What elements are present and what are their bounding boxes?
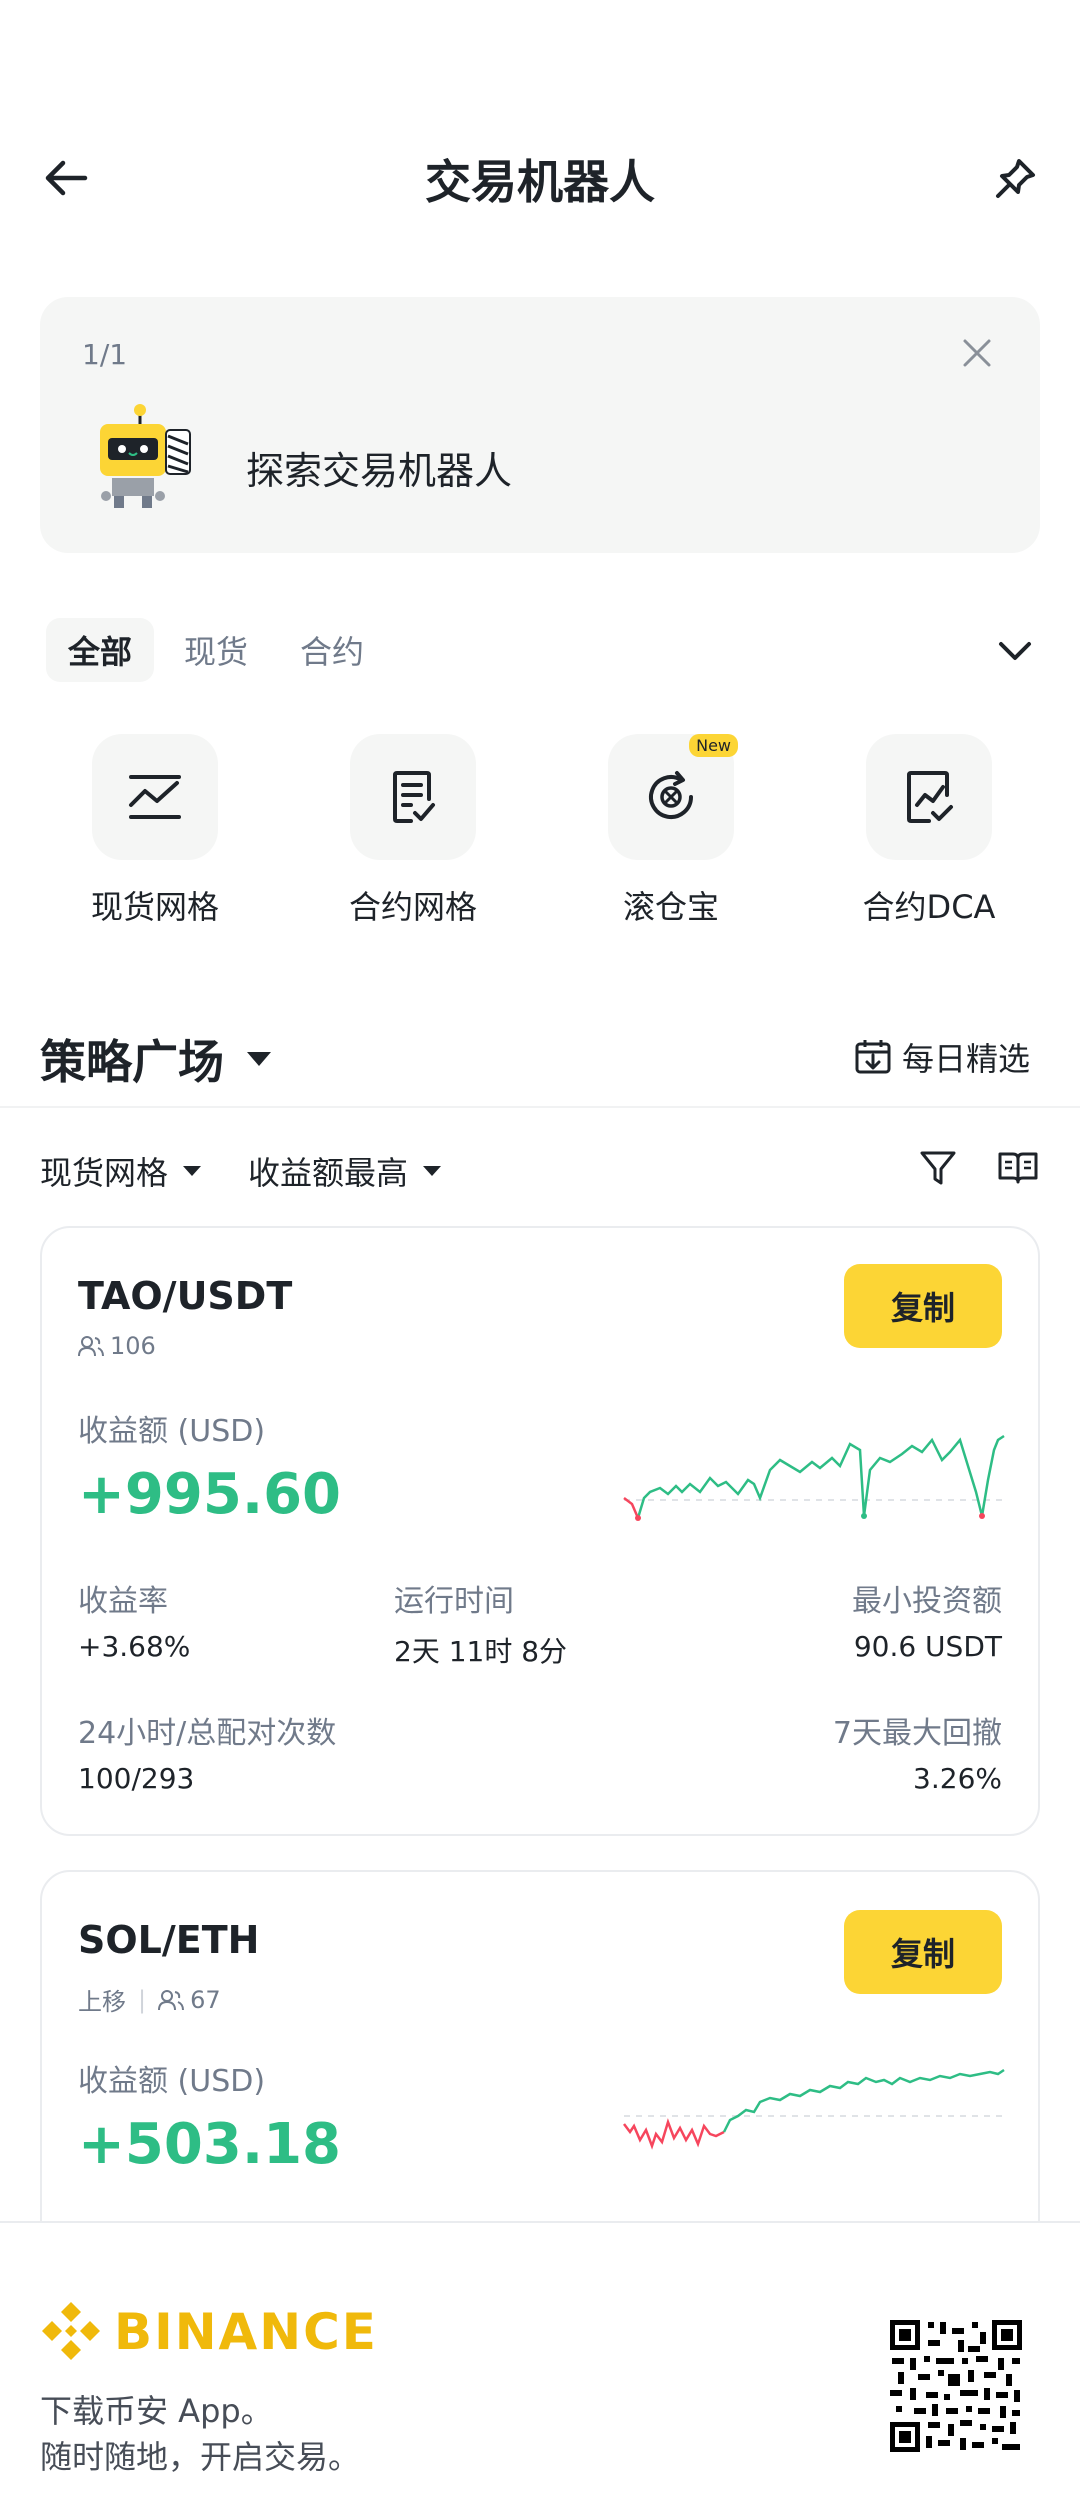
banner-title: 探索交易机器人 <box>246 449 513 493</box>
guide-button[interactable] <box>990 1140 1046 1196</box>
futures-grid-icon <box>393 771 435 823</box>
pair-name: SOL/ETH <box>78 1918 260 1962</box>
download-line-1: 下载币安 App。 <box>40 2392 273 2430</box>
matches-value: 100/293 <box>78 1762 195 1795</box>
tab-futures[interactable]: 合约 <box>278 618 386 682</box>
brand-name: BINANCE <box>114 2303 378 2361</box>
card-meta: 上移 | 67 <box>78 1982 221 2017</box>
roi-value: +3.68% <box>78 1630 191 1663</box>
tab-all[interactable]: 全部 <box>46 618 155 682</box>
min-invest-value: 90.6 USDT <box>853 1630 1002 1663</box>
users-icon <box>78 1336 104 1357</box>
filter-button[interactable] <box>910 1140 966 1196</box>
daily-picks-button[interactable]: 每日精选 <box>854 1034 1030 1080</box>
banner-close-button[interactable] <box>952 328 1002 378</box>
calendar-download-icon <box>855 1040 891 1074</box>
pair-name: TAO/USDT <box>78 1274 293 1318</box>
category-tabs: 全部 现货 合约 <box>46 618 386 682</box>
book-icon <box>998 1152 1038 1184</box>
runtime-value: 2天 11时 8分 <box>394 1635 568 1668</box>
direction-tag: 上移 <box>78 1988 126 2016</box>
runtime-label: 运行时间 <box>394 1584 514 1619</box>
download-line-2: 随时随地，开启交易。 <box>40 2438 361 2476</box>
divider <box>0 1106 1080 1108</box>
copy-button[interactable]: 复制 <box>844 1264 1002 1348</box>
robot-mascot-icon <box>100 404 191 508</box>
bot-label: 合约DCA <box>862 888 996 926</box>
followers-count: 106 <box>78 1332 156 1360</box>
qr-code-icon[interactable] <box>888 2318 1024 2454</box>
matches-label: 24小时/总配对次数 <box>78 1716 337 1751</box>
profit-value: +995.60 <box>78 1462 342 1527</box>
profit-sparkline <box>623 2068 1005 2150</box>
followers-value: 106 <box>110 1332 156 1360</box>
bot-label: 现货网格 <box>90 888 219 926</box>
pin-icon <box>996 159 1035 198</box>
futures-dca-icon <box>907 771 953 823</box>
bot-spot-grid[interactable]: 现货网格 <box>26 734 284 928</box>
expand-tabs-button[interactable] <box>990 626 1040 676</box>
rebalance-icon <box>649 771 693 819</box>
drawdown-value: 3.26% <box>913 1762 1002 1795</box>
users-icon <box>158 1989 185 2010</box>
caret-down-icon <box>183 1166 202 1176</box>
profit-label: 收益额 (USD) <box>78 1414 266 1449</box>
sort-filter[interactable]: 收益额最高 <box>248 1148 442 1194</box>
new-badge: New <box>689 734 738 757</box>
min-invest-label: 最小投资额 <box>852 1584 1002 1619</box>
bot-futures-dca[interactable]: 合约DCA <box>800 734 1058 928</box>
bot-futures-grid[interactable]: 合约网格 <box>284 734 542 928</box>
profit-value: +503.18 <box>78 2112 342 2177</box>
banner-counter: 1/1 <box>82 338 128 371</box>
bot-type-filter[interactable]: 现货网格 <box>40 1148 202 1194</box>
close-icon <box>963 339 991 367</box>
daily-picks-label: 每日精选 <box>902 1040 1031 1078</box>
copy-button[interactable]: 复制 <box>844 1910 1002 1994</box>
drawdown-label: 7天最大回撤 <box>832 1716 1002 1751</box>
profit-sparkline <box>623 1434 1005 1521</box>
followers-value: 67 <box>190 1985 221 2014</box>
strategy-square-title[interactable]: 策略广场 <box>40 1026 272 1092</box>
tab-spot[interactable]: 现货 <box>162 618 270 682</box>
pin-button[interactable] <box>984 146 1048 210</box>
bot-type-filter-label: 现货网格 <box>40 1154 169 1192</box>
bot-rebalance[interactable]: New 滚仓宝 <box>542 734 800 928</box>
page-title: 交易机器人 <box>425 155 655 209</box>
spot-grid-icon <box>129 775 181 819</box>
chevron-down-icon <box>999 642 1031 660</box>
funnel-icon <box>920 1151 956 1185</box>
profit-label: 收益额 (USD) <box>78 2064 266 2099</box>
meta-separator: | <box>138 1985 147 2014</box>
binance-logo-icon <box>42 2302 100 2360</box>
caret-down-icon <box>423 1166 442 1176</box>
caret-down-icon <box>247 1052 271 1066</box>
roi-label: 收益率 <box>78 1584 168 1619</box>
strategy-square-label: 策略广场 <box>40 1035 224 1089</box>
bot-label: 滚仓宝 <box>622 888 719 926</box>
bot-label: 合约网格 <box>348 888 477 926</box>
sort-filter-label: 收益额最高 <box>248 1154 409 1192</box>
